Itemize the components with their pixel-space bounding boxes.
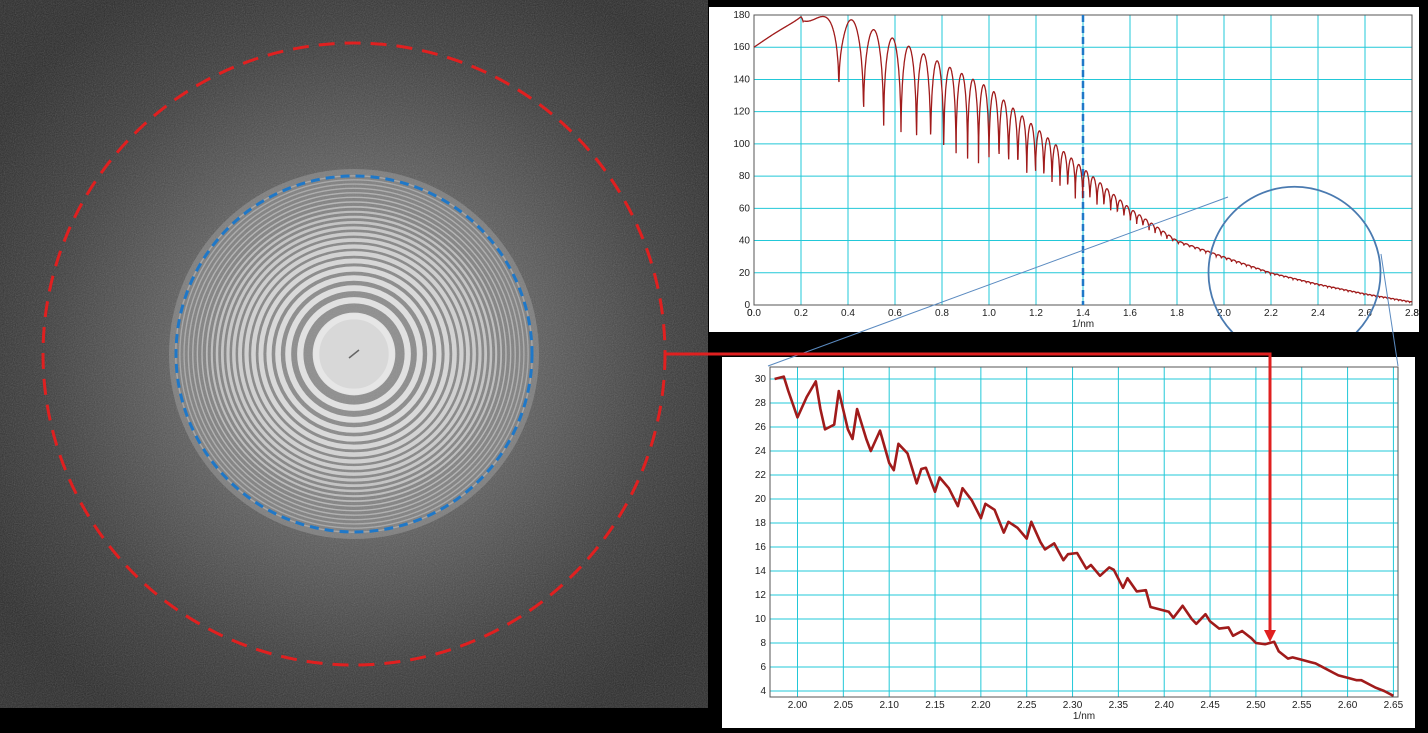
x-axis-title: 1/nm: [1072, 319, 1094, 330]
x-tick-label: 2.60: [1338, 700, 1358, 711]
x-tick-label: 1.8: [1170, 308, 1184, 319]
x-tick-label: 1.2: [1029, 308, 1043, 319]
thon-rings-fft-icon: [0, 0, 708, 708]
y-tick-label: 20: [739, 268, 751, 279]
y-tick-label: 4: [760, 686, 766, 697]
y-tick-label: 26: [755, 422, 767, 433]
x-tick-label: 0.6: [888, 308, 902, 319]
x-tick-label: 2.65: [1384, 700, 1404, 711]
x-tick-label: 2.30: [1063, 700, 1083, 711]
x-tick-label: 1.4: [1076, 308, 1090, 319]
x-tick-label: 1.6: [1123, 308, 1137, 319]
radial-profile-svg: 0.00.20.40.60.81.01.21.41.61.82.02.22.42…: [733, 10, 1419, 360]
y-tick-label: 120: [733, 107, 750, 118]
y-tick-label: 20: [755, 494, 767, 505]
x-tick-label: 2.15: [925, 700, 945, 711]
x-tick-label: 2.8: [1405, 308, 1419, 319]
zoomed-profile-chart: 2.00 2.05 2.10 2.15 2.20 2.25 2.30 2.35 2.40 2.45…: [722, 357, 1415, 728]
y-tick-label: 14: [755, 566, 767, 577]
x-tick-label: 2.40: [1154, 700, 1174, 711]
x-tick-label: 0.2: [794, 308, 808, 319]
x-tick-label: 2.2: [1264, 308, 1278, 319]
y-tick-label: 100: [733, 139, 750, 150]
x-tick-label: 2.05: [834, 700, 854, 711]
y-tick-label: 60: [739, 203, 751, 214]
y-tick-label: 12: [755, 590, 767, 601]
x-tick-label: 0.4: [841, 308, 855, 319]
y-tick-label: 28: [755, 398, 767, 409]
plot-frame: [769, 366, 1399, 698]
x-tick-label: 2.10: [879, 700, 899, 711]
y-tick-label: 18: [755, 518, 767, 529]
x-tick-label: 2.25: [1017, 700, 1037, 711]
x-tick-label: 2.45: [1200, 700, 1220, 711]
y-tick-label: 10: [755, 614, 767, 625]
y-tick-label: 140: [733, 74, 750, 85]
y-tick-label: 24: [755, 446, 767, 457]
x-tick-label: 2.50: [1246, 700, 1266, 711]
x-tick-label: 2.4: [1311, 308, 1325, 319]
y-tick-label: 8: [760, 638, 766, 649]
y-tick-label: 160: [733, 42, 750, 53]
x-tick-label: 0.0: [747, 308, 761, 319]
y-tick-label: 6: [760, 662, 766, 673]
zoomed-profile-svg: 2.00 2.05 2.10 2.15 2.20 2.25 2.30 2.35 2.40 2.45…: [755, 366, 1404, 722]
fft-power-spectrum-image: [0, 0, 708, 708]
y-tick-label: 80: [739, 171, 751, 182]
y-tick-label: 22: [755, 470, 767, 481]
y-tick-label: 16: [755, 542, 767, 553]
x-axis-title: 1/nm: [1073, 711, 1095, 722]
x-tick-label: 2.35: [1109, 700, 1129, 711]
x-tick-label: 2.55: [1292, 700, 1312, 711]
zoomed-profile-curve: [774, 375, 1395, 697]
y-tick-label: 30: [755, 374, 767, 385]
x-tick-label: 2.00: [788, 700, 808, 711]
y-tick-label: 180: [733, 10, 750, 21]
thon-rings: [169, 169, 539, 539]
y-tick-label: 40: [739, 236, 751, 247]
x-tick-label: 0.8: [935, 308, 949, 319]
x-tick-label: 1.0: [982, 308, 996, 319]
radial-profile-chart: 0.00.20.40.60.81.01.21.41.61.82.02.22.42…: [709, 7, 1419, 360]
x-tick-label: 2.20: [971, 700, 991, 711]
